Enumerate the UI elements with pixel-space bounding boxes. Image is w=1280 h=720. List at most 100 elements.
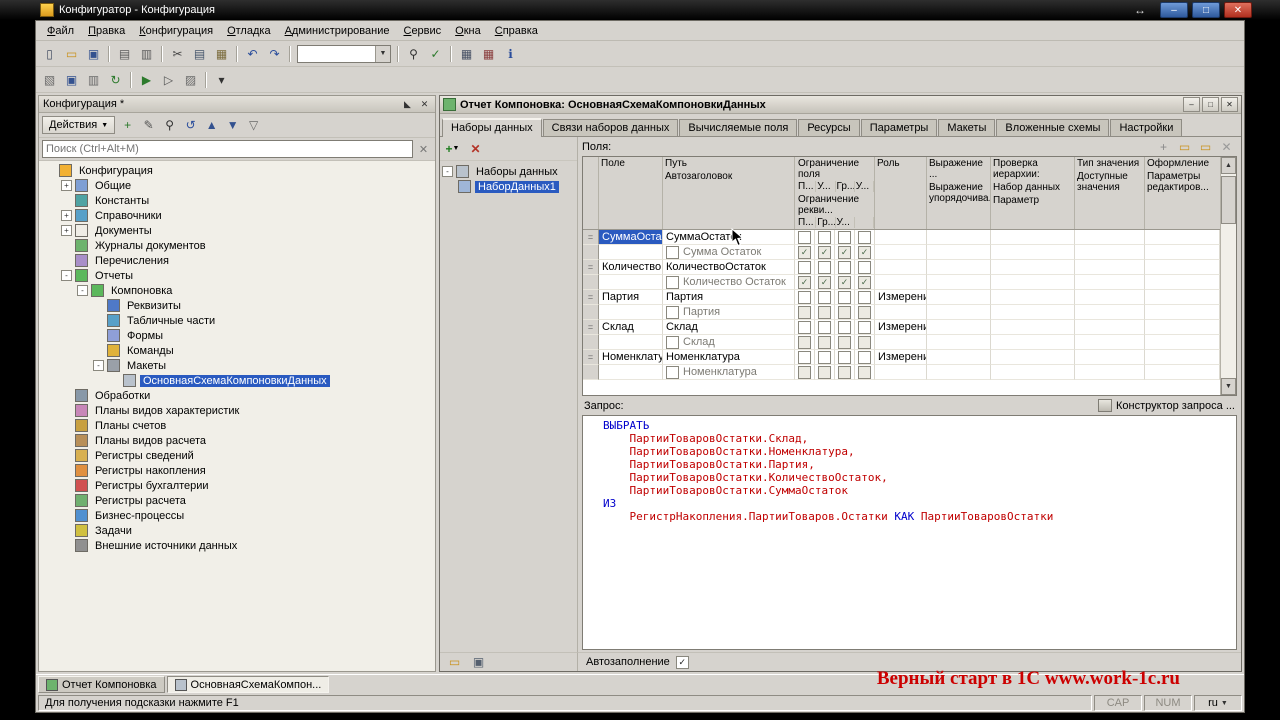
checkbox-unchecked[interactable] (838, 350, 851, 364)
close-panel-icon[interactable]: ✕ (418, 98, 431, 110)
restriction-cell[interactable] (855, 365, 875, 380)
checkbox-checked[interactable] (798, 245, 811, 259)
checkbox-unchecked[interactable] (818, 350, 831, 364)
cut-icon[interactable]: ✂ (167, 43, 188, 64)
expand-icon[interactable]: + (61, 180, 72, 191)
checkbox-unchecked[interactable] (838, 365, 851, 379)
row-handle-icon[interactable]: = (583, 230, 599, 245)
tree-item[interactable]: + Общие (39, 178, 435, 193)
checkbox-unchecked[interactable] (818, 290, 831, 304)
checkbox-unchecked[interactable] (818, 320, 831, 334)
collapse-icon[interactable]: - (61, 270, 72, 281)
checkbox-unchecked[interactable] (858, 320, 871, 334)
checkbox-unchecked[interactable] (838, 320, 851, 334)
restriction-cell[interactable] (795, 350, 815, 365)
restriction-cell[interactable] (855, 350, 875, 365)
tab-наборы-данных[interactable]: Наборы данных (442, 118, 542, 137)
collapse-icon[interactable]: - (93, 360, 104, 371)
auto-title-cell[interactable]: Сумма Остаток (663, 245, 795, 260)
add-field-icon[interactable]: + (1153, 136, 1174, 157)
field-subrow[interactable]: Количество Остаток (583, 275, 1220, 290)
restriction-cell[interactable] (855, 290, 875, 305)
restriction-cell[interactable] (795, 305, 815, 320)
folder-icon[interactable]: ▭ (444, 652, 465, 673)
restriction-cell[interactable] (855, 245, 875, 260)
doc-minimize-icon[interactable]: – (1183, 97, 1200, 112)
open-icon[interactable]: ▭ (61, 43, 82, 64)
tree-item[interactable]: + Справочники (39, 208, 435, 223)
restriction-cell[interactable] (795, 335, 815, 350)
field-appearance-cell[interactable] (1145, 320, 1220, 335)
restriction-cell[interactable] (795, 275, 815, 290)
restriction-cell[interactable] (835, 305, 855, 320)
restriction-cell[interactable] (815, 335, 835, 350)
checkbox-checked[interactable] (858, 245, 871, 259)
tab-настройки[interactable]: Настройки (1110, 119, 1183, 136)
tree-item[interactable]: Обработки (39, 388, 435, 403)
edit-icon[interactable]: ✎ (138, 115, 159, 136)
field-role-cell[interactable]: Измерение (875, 320, 927, 335)
restriction-cell[interactable] (855, 230, 875, 245)
search-input[interactable] (42, 140, 413, 158)
auto-title-cell[interactable]: Номенклатура (663, 365, 795, 380)
field-type-cell[interactable] (1075, 230, 1145, 245)
checkbox-unchecked[interactable] (666, 335, 679, 349)
field-row[interactable]: =Номенклату...Номенклатура Измерение (583, 350, 1220, 365)
expand-icon[interactable]: + (61, 225, 72, 236)
redo-icon[interactable]: ↷ (264, 43, 285, 64)
tab-вычисляемые-поля[interactable]: Вычисляемые поля (679, 119, 798, 136)
menu-item-конфигурация[interactable]: Конфигурация (132, 23, 220, 39)
auto-title-cell[interactable]: Склад (663, 335, 795, 350)
field-path-cell[interactable]: Номенклатура (663, 350, 795, 365)
restriction-cell[interactable] (835, 350, 855, 365)
tree-item[interactable]: - Компоновка (39, 283, 435, 298)
tree-item[interactable]: Константы (39, 193, 435, 208)
print-icon[interactable]: ▤ (114, 43, 135, 64)
add-dataset-icon[interactable]: + ▼ (442, 138, 463, 159)
restriction-cell[interactable] (835, 275, 855, 290)
update-database-icon[interactable]: ↻ (105, 69, 126, 90)
field-role-cell[interactable]: Измерение (875, 290, 927, 305)
attach-debugger-icon[interactable]: ▷ (158, 69, 179, 90)
restriction-cell[interactable] (855, 260, 875, 275)
doc-restore-icon[interactable]: □ (1202, 97, 1219, 112)
move-down-icon[interactable]: ▼ (222, 115, 243, 136)
auto-title-cell[interactable]: Партия (663, 305, 795, 320)
syntax-check-icon[interactable]: ✓ (425, 43, 446, 64)
language-indicator[interactable]: ru ▼ (1194, 695, 1242, 711)
menu-item-администрирование[interactable]: Администрирование (278, 23, 397, 39)
tab-макеты[interactable]: Макеты (938, 119, 996, 136)
fields-scrollbar[interactable]: ▲ ▼ (1220, 157, 1236, 395)
undo-icon[interactable]: ↶ (242, 43, 263, 64)
field-hierarchy-cell[interactable] (991, 320, 1075, 335)
restriction-cell[interactable] (795, 245, 815, 260)
compare-configurations-icon[interactable]: ▥ (83, 69, 104, 90)
field-path-cell[interactable]: Склад (663, 320, 795, 335)
field-expression-cell[interactable] (927, 290, 991, 305)
checkbox-unchecked[interactable] (858, 230, 871, 244)
scroll-thumb[interactable] (1221, 176, 1236, 224)
restriction-cell[interactable] (795, 230, 815, 245)
expand-icon[interactable]: + (61, 210, 72, 221)
col-expression[interactable]: Выражение ... Выражение упорядочива... (927, 157, 991, 229)
field-name-cell[interactable]: Партия (599, 290, 663, 305)
new-document-icon[interactable]: ▯ (39, 43, 60, 64)
scroll-up-icon[interactable]: ▲ (1221, 157, 1236, 174)
restriction-cell[interactable] (815, 290, 835, 305)
checkbox-unchecked[interactable] (838, 335, 851, 349)
tree-item[interactable]: Формы (39, 328, 435, 343)
field-type-cell[interactable] (1075, 320, 1145, 335)
checkbox-unchecked[interactable] (798, 320, 811, 334)
find-combo[interactable]: ▼ (297, 44, 391, 63)
field-expression-cell[interactable] (927, 260, 991, 275)
tree-item[interactable]: ОсновнаяСхемаКомпоновкиДанных (39, 373, 435, 388)
checkbox-unchecked[interactable] (798, 335, 811, 349)
restriction-cell[interactable] (795, 365, 815, 380)
start-debugging-icon[interactable]: ▶ (136, 69, 157, 90)
tree-item[interactable]: Команды (39, 343, 435, 358)
restriction-cell[interactable] (795, 320, 815, 335)
field-hierarchy-cell[interactable] (991, 260, 1075, 275)
field-expression-cell[interactable] (927, 350, 991, 365)
search-clear-icon[interactable]: ✕ (415, 140, 432, 158)
tree-item[interactable]: Внешние источники данных (39, 538, 435, 553)
